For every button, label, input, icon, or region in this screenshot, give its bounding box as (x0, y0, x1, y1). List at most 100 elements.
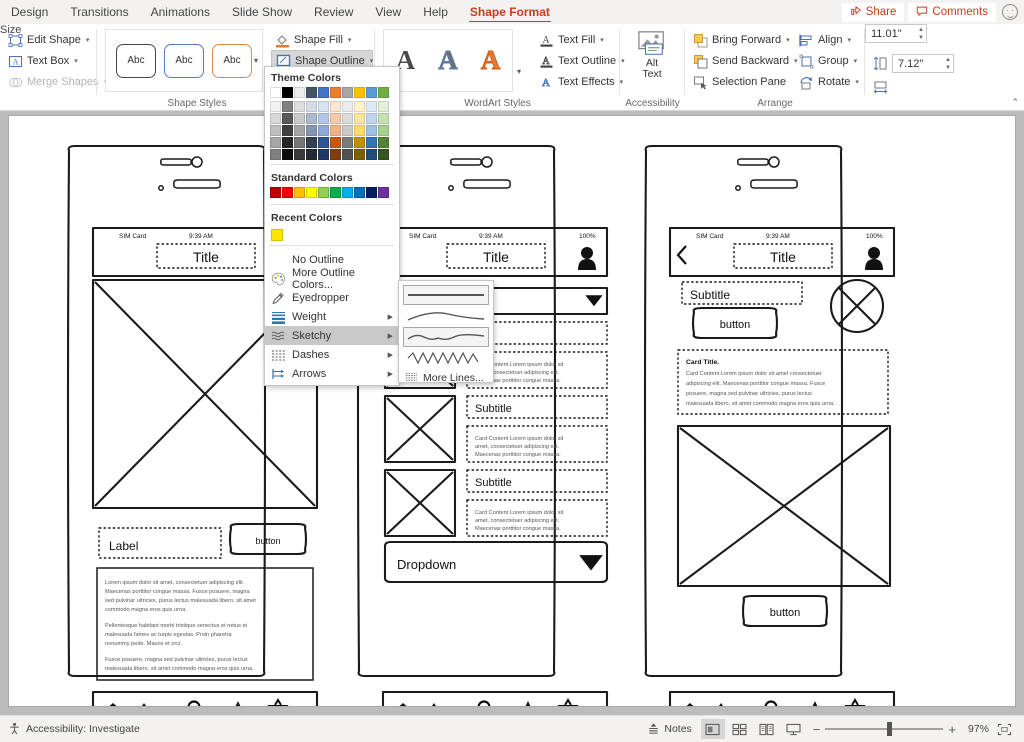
shape-width-control[interactable] (873, 79, 888, 94)
theme-color-swatch[interactable] (270, 137, 281, 148)
theme-color-swatch[interactable] (306, 113, 317, 124)
standard-color-swatch[interactable] (294, 187, 305, 198)
theme-color-swatch[interactable] (318, 149, 329, 160)
theme-color-swatch[interactable] (330, 101, 341, 112)
recent-color-swatch[interactable] (271, 229, 283, 241)
tab-slide-show[interactable]: Slide Show (221, 0, 303, 24)
theme-color-swatch[interactable] (282, 101, 293, 112)
theme-color-swatch[interactable] (318, 101, 329, 112)
theme-color-swatch[interactable] (342, 101, 353, 112)
theme-color-swatch[interactable] (366, 125, 377, 136)
standard-color-swatch[interactable] (342, 187, 353, 198)
theme-color-swatch[interactable] (354, 87, 365, 98)
slide-sorter-view-button[interactable] (728, 719, 752, 739)
theme-color-swatch[interactable] (318, 125, 329, 136)
theme-color-swatch[interactable] (366, 101, 377, 112)
theme-color-swatch[interactable] (330, 149, 341, 160)
bring-forward-button[interactable]: Bring Forward ▾ (689, 29, 794, 51)
theme-color-swatch[interactable] (282, 125, 293, 136)
theme-color-swatch[interactable] (294, 149, 305, 160)
tab-design[interactable]: Design (0, 0, 59, 24)
alt-text-button[interactable]: Alt Text (629, 30, 675, 80)
sketchy-option-straight-line[interactable] (403, 285, 489, 305)
tab-help[interactable]: Help (412, 0, 459, 24)
shape-styles-more-icon[interactable]: ▾ (254, 56, 258, 65)
tab-review[interactable]: Review (303, 0, 364, 24)
share-button[interactable]: Share (841, 2, 905, 22)
wordart-gallery[interactable]: A A A (383, 29, 513, 92)
shape-style-sample-3[interactable]: Abc (212, 43, 252, 78)
theme-color-column[interactable] (354, 87, 365, 160)
zoom-level-label[interactable]: 97% (963, 723, 989, 735)
zoom-out-button[interactable]: − (813, 722, 821, 737)
menu-item-weight[interactable]: Weight ▶ (265, 307, 399, 326)
theme-color-swatch[interactable] (306, 101, 317, 112)
theme-color-swatch[interactable] (378, 113, 389, 124)
menu-item-arrows[interactable]: Arrows ▶ (265, 364, 399, 383)
shape-style-sample-2[interactable]: Abc (164, 43, 204, 78)
fit-slide-button[interactable] (992, 719, 1016, 739)
shape-style-sample-1[interactable]: Abc (116, 43, 156, 78)
theme-color-swatch[interactable] (318, 87, 329, 98)
theme-color-column[interactable] (330, 87, 341, 160)
wordart-sample-3[interactable]: A (480, 45, 500, 76)
theme-color-swatch[interactable] (294, 113, 305, 124)
theme-color-swatch[interactable] (306, 125, 317, 136)
standard-color-swatch[interactable] (354, 187, 365, 198)
theme-color-swatch[interactable] (270, 101, 281, 112)
shape-outline-dropdown-menu[interactable]: Theme Colors Standard Colors Recent Colo… (264, 66, 400, 386)
standard-color-swatch[interactable] (282, 187, 293, 198)
theme-color-swatch[interactable] (306, 87, 317, 98)
rotate-button[interactable]: Rotate ▾ (795, 71, 863, 93)
theme-color-swatch[interactable] (366, 113, 377, 124)
standard-color-swatch[interactable] (318, 187, 329, 198)
wordart-sample-2[interactable]: A (438, 45, 458, 76)
theme-color-swatch[interactable] (342, 149, 353, 160)
align-button[interactable]: Align ▾ (795, 29, 855, 51)
text-box-button[interactable]: A Text Box ▾ (4, 50, 82, 72)
tab-shape-format[interactable]: Shape Format (459, 0, 561, 24)
sketchy-option-curved-line[interactable] (403, 306, 489, 326)
theme-color-swatch[interactable] (294, 101, 305, 112)
normal-view-button[interactable] (700, 719, 725, 739)
accessibility-status[interactable]: Accessibility: Investigate (0, 722, 140, 737)
theme-color-swatch[interactable] (270, 125, 281, 136)
shape-styles-gallery[interactable]: Abc Abc Abc ▾ (105, 29, 263, 92)
tab-animations[interactable]: Animations (140, 0, 221, 24)
theme-color-swatch[interactable] (378, 101, 389, 112)
slide-show-view-button[interactable] (782, 719, 806, 739)
theme-color-swatch[interactable] (330, 87, 341, 98)
sketchy-option-freehand-line[interactable] (403, 327, 489, 347)
standard-color-swatch[interactable] (330, 187, 341, 198)
theme-color-swatch[interactable] (318, 113, 329, 124)
tab-view[interactable]: View (364, 0, 412, 24)
theme-color-swatch[interactable] (366, 137, 377, 148)
standard-color-swatch[interactable] (366, 187, 377, 198)
text-effects-button[interactable]: A Text Effects ▾ (535, 71, 627, 93)
standard-colors-row[interactable] (265, 187, 399, 200)
theme-color-swatch[interactable] (354, 125, 365, 136)
shape-width-field[interactable]: 11.01" ▲ ▼ (865, 24, 927, 43)
group-button[interactable]: Group ▾ (795, 50, 861, 72)
zoom-slider[interactable]: − + (813, 722, 956, 737)
tab-transitions[interactable]: Transitions (59, 0, 139, 24)
theme-color-swatch[interactable] (354, 113, 365, 124)
reading-view-button[interactable] (755, 719, 779, 739)
sketchy-option-scribble-line[interactable] (403, 348, 489, 368)
theme-color-column[interactable] (318, 87, 329, 160)
theme-color-swatch[interactable] (294, 137, 305, 148)
theme-color-swatch[interactable] (378, 149, 389, 160)
theme-color-swatch[interactable] (378, 87, 389, 98)
standard-color-swatch[interactable] (306, 187, 317, 198)
more-lines-button[interactable]: More Lines... (399, 369, 493, 387)
theme-color-column[interactable] (306, 87, 317, 160)
theme-color-swatch[interactable] (282, 113, 293, 124)
theme-color-swatch[interactable] (306, 137, 317, 148)
theme-color-column[interactable] (378, 87, 389, 160)
edit-shape-button[interactable]: Edit Shape ▾ (4, 29, 93, 51)
theme-color-swatch[interactable] (366, 149, 377, 160)
standard-color-swatch[interactable] (378, 187, 389, 198)
theme-color-swatch[interactable] (270, 113, 281, 124)
text-outline-button[interactable]: A Text Outline ▾ (535, 50, 629, 72)
theme-color-column[interactable] (294, 87, 305, 160)
